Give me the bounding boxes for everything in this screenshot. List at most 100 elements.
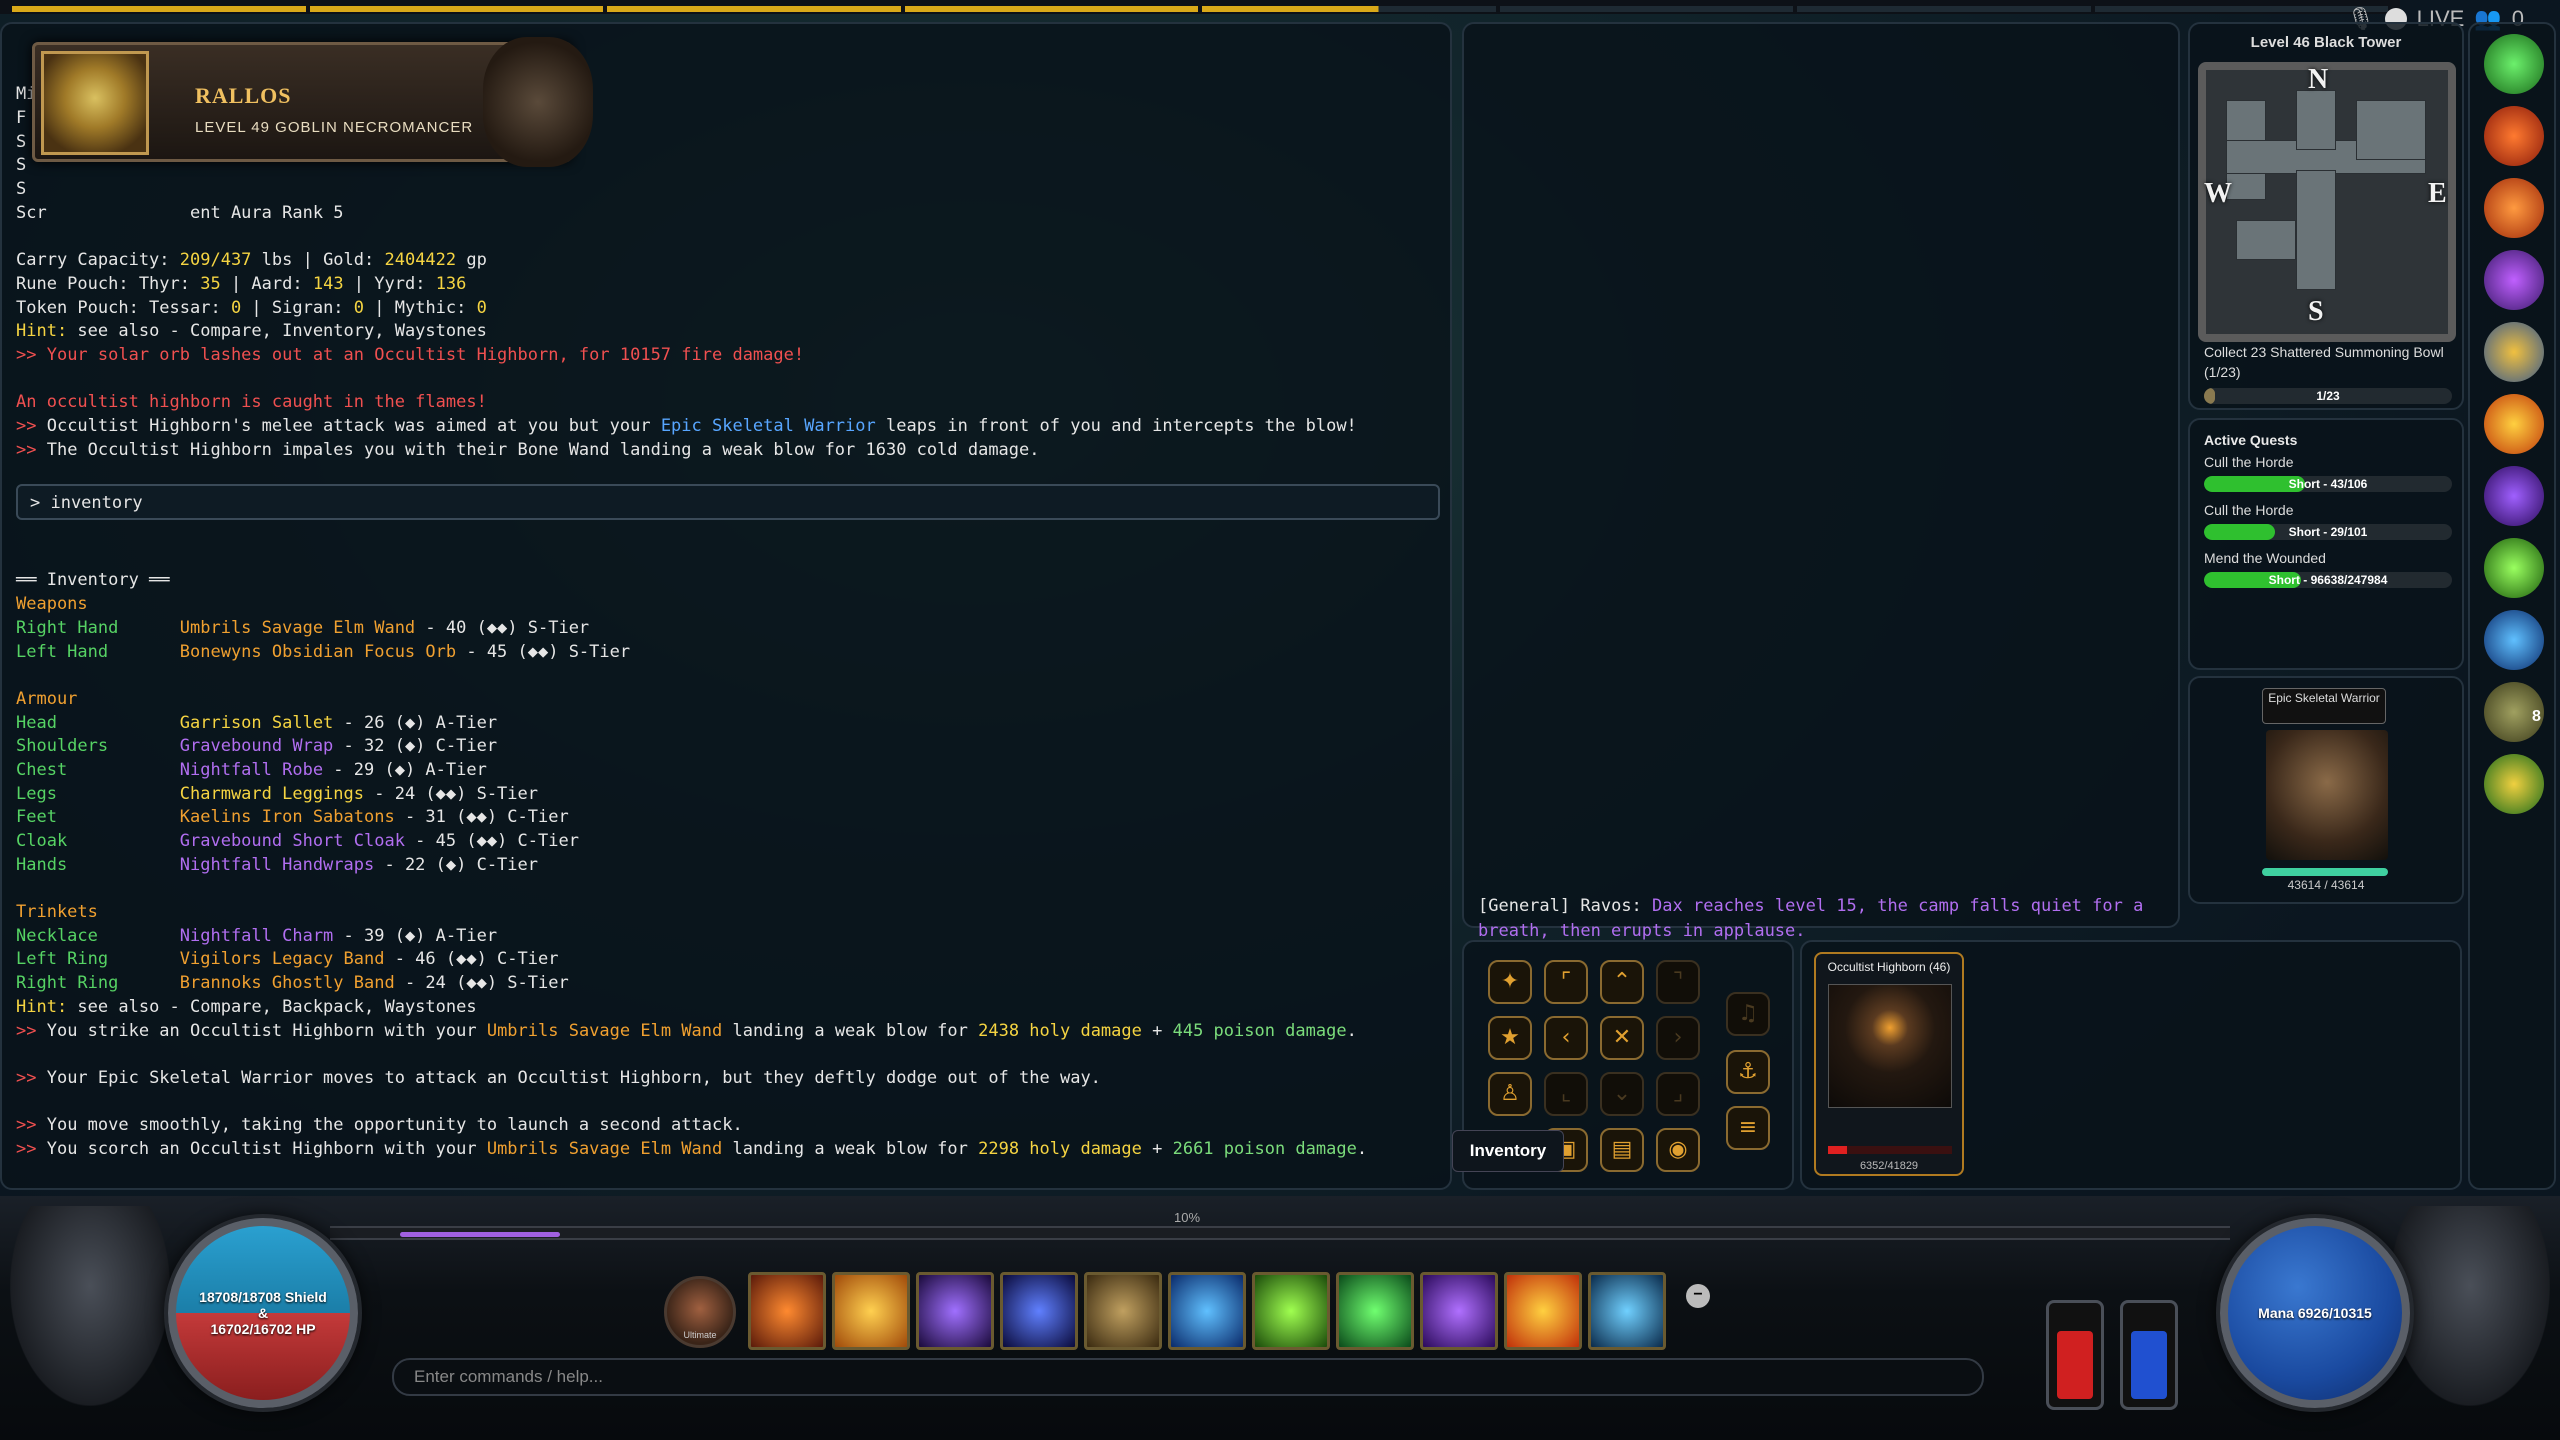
active-quests-panel[interactable]: Active Quests Cull the Horde Short - 43/… <box>2188 418 2464 670</box>
compass-n: N <box>2308 64 2329 95</box>
log-line: Scr ent Aura Rank 5 <box>16 202 344 223</box>
target-panel[interactable]: Occultist Highborn (46) 6352/41829 <box>1800 940 2462 1190</box>
minimap-panel[interactable]: Level 46 Black Tower N S E W Collect 23 … <box>2188 22 2464 410</box>
nature-shield-icon[interactable] <box>2484 754 2544 814</box>
spellbook-skill-icon[interactable] <box>2484 322 2544 382</box>
arrow-up-right-icon[interactable]: ⌝ <box>1656 960 1700 1004</box>
ultimate-label: Ultimate <box>683 1330 717 1340</box>
log-line: An occultist highborn is caught in the f… <box>16 392 487 413</box>
quest-progress: Short - 29/101 <box>2204 524 2452 540</box>
quest-name[interactable]: Mend the Wounded <box>2204 550 2326 566</box>
pet-hp-bar <box>2262 868 2388 876</box>
arrow-up-icon[interactable]: ⌃ <box>1600 960 1644 1004</box>
log-line: Necklace Nightfall Charm - 39 (◆) A-Tier <box>16 925 498 946</box>
log-line: Trinkets <box>16 902 98 923</box>
solar-orb-icon[interactable] <box>1504 1272 1582 1350</box>
compass-e: E <box>2428 178 2447 209</box>
poison-blade-icon[interactable] <box>1252 1272 1330 1350</box>
star-icon[interactable]: ★ <box>1488 1016 1532 1060</box>
close-icon[interactable]: ✕ <box>1600 1016 1644 1060</box>
demon-skull-ornament <box>483 37 593 167</box>
venom-wave-icon[interactable] <box>1336 1272 1414 1350</box>
collapse-bar-button[interactable]: − <box>1686 1284 1710 1308</box>
minimap[interactable]: N S E W <box>2198 62 2456 342</box>
character-frame[interactable]: RALLOS LEVEL 49 GOBLIN NECROMANCER <box>32 37 593 167</box>
arcane-beast-icon[interactable] <box>1000 1272 1078 1350</box>
log-line: >> You move smoothly, taking the opportu… <box>16 1115 743 1136</box>
shield-value: 18708/18708 Shield <box>199 1289 327 1305</box>
compass-s: S <box>2308 296 2324 327</box>
arrow-up-left-icon[interactable]: ⌜ <box>1544 960 1588 1004</box>
log-line: Left Ring Vigilors Legacy Band - 46 (◆◆)… <box>16 949 559 970</box>
game-log[interactable]: Minor Fire EssenceFSSSScr ent Aura Rank … <box>0 22 1452 1190</box>
objective-progress: 1/23 <box>2204 388 2452 404</box>
log-line: Weapons <box>16 594 88 615</box>
command-input[interactable] <box>392 1358 1984 1396</box>
character-icon[interactable]: ♙ <box>1488 1072 1532 1116</box>
map-title: Level 46 Black Tower <box>2250 34 2402 51</box>
quest-name[interactable]: Cull the Horde <box>2204 502 2294 518</box>
action-bar: 10% 18708/18708 Shield & 16702/16702 HP Ma… <box>0 1196 2560 1440</box>
target-hp-value: 6352/41829 <box>1859 1160 1919 1172</box>
arcane-shield-icon[interactable] <box>2484 466 2544 526</box>
eye-icon[interactable]: ◉ <box>1656 1128 1700 1172</box>
log-line: Chest Nightfall Robe - 29 (◆) A-Tier <box>16 759 487 780</box>
character-name: RALLOS <box>195 83 292 108</box>
mana-potion[interactable] <box>2120 1300 2178 1410</box>
side-skill-bar[interactable]: 8 <box>2468 22 2556 1190</box>
target-name: Occultist Highborn (46) <box>1827 960 1951 974</box>
sun-skill-icon[interactable] <box>2484 394 2544 454</box>
xp-percent: 10% <box>1174 1210 1201 1225</box>
skeleton-summon-icon[interactable] <box>1588 1272 1666 1350</box>
log-line: Rune Pouch: Thyr: 35 | Aard: 143 | Yyrd:… <box>16 273 467 294</box>
golem-icon[interactable] <box>1084 1272 1162 1350</box>
target-hp-bar <box>1828 1146 1952 1154</box>
shadow-reaper-icon[interactable] <box>916 1272 994 1350</box>
bell-icon[interactable]: ♫ <box>1726 992 1770 1036</box>
occultist-portrait <box>1828 984 1952 1108</box>
fire-burst-icon[interactable] <box>748 1272 826 1350</box>
log-line: >> You scorch an Occultist Highborn with… <box>16 1138 1368 1159</box>
log-line: Legs Charmward Leggings - 24 (◆◆) S-Tier <box>16 783 538 804</box>
log-line: Token Pouch: Tessar: 0 | Sigran: 0 | Myt… <box>16 297 487 318</box>
quest-name[interactable]: Cull the Horde <box>2204 454 2294 470</box>
pet-panel[interactable]: Epic Skeletal Warrior 43614 / 43614 <box>2188 676 2464 904</box>
mana-orb[interactable]: Mana 6926/10315 <box>2220 1218 2410 1408</box>
skill-count: 8 <box>2532 708 2541 725</box>
ice-rune-icon[interactable] <box>1168 1272 1246 1350</box>
log-line: >> Your Epic Skeletal Warrior moves to a… <box>16 1067 1101 1088</box>
heal-skill-icon[interactable] <box>2484 34 2544 94</box>
pet-name: Epic Skeletal Warrior <box>2262 688 2386 724</box>
health-orb[interactable]: 18708/18708 Shield & 16702/16702 HP <box>168 1218 358 1408</box>
arrow-right-icon[interactable]: › <box>1656 1016 1700 1060</box>
spellbook-icon[interactable]: ✦ <box>1488 960 1532 1004</box>
ice-orb-icon[interactable] <box>2484 610 2544 670</box>
arrow-left-icon[interactable]: ‹ <box>1544 1016 1588 1060</box>
skeletal-warrior-portrait[interactable] <box>2266 730 2388 860</box>
chat-panel[interactable]: [General] Ravos: Dax reaches level 15, t… <box>1462 22 2180 941</box>
log-line: >> Your solar orb lashes out at an Occul… <box>16 344 805 365</box>
target-card[interactable]: Occultist Highborn (46) 6352/41829 <box>1814 952 1964 1176</box>
arrow-down-right-icon[interactable]: ⌟ <box>1656 1072 1700 1116</box>
health-potion[interactable] <box>2046 1300 2104 1410</box>
fire-skill-icon[interactable] <box>2484 106 2544 166</box>
void-shield-icon[interactable] <box>1420 1272 1498 1350</box>
log-line: Hint: see also - Compare, Inventory, Way… <box>16 321 487 342</box>
journal-icon[interactable]: ▤ <box>1600 1128 1644 1172</box>
fire-shield-icon[interactable] <box>2484 178 2544 238</box>
anchor-icon[interactable]: ⚓ <box>1726 1050 1770 1094</box>
log-line: Right Ring Brannoks Ghostly Band - 24 (◆… <box>16 973 569 994</box>
arrow-down-icon[interactable]: ⌄ <box>1600 1072 1644 1116</box>
crystal-skill-icon[interactable] <box>2484 250 2544 310</box>
poison-slash-icon[interactable] <box>2484 538 2544 598</box>
flame-sword-icon[interactable] <box>832 1272 910 1350</box>
menu-icon[interactable]: ≡ <box>1726 1106 1770 1150</box>
chat-speaker: Ravos: <box>1580 896 1642 916</box>
arrow-down-left-icon[interactable]: ⌞ <box>1544 1072 1588 1116</box>
log-line: >> You strike an Occultist Highborn with… <box>16 1020 1357 1041</box>
left-gargoyle-ornament <box>10 1206 170 1406</box>
